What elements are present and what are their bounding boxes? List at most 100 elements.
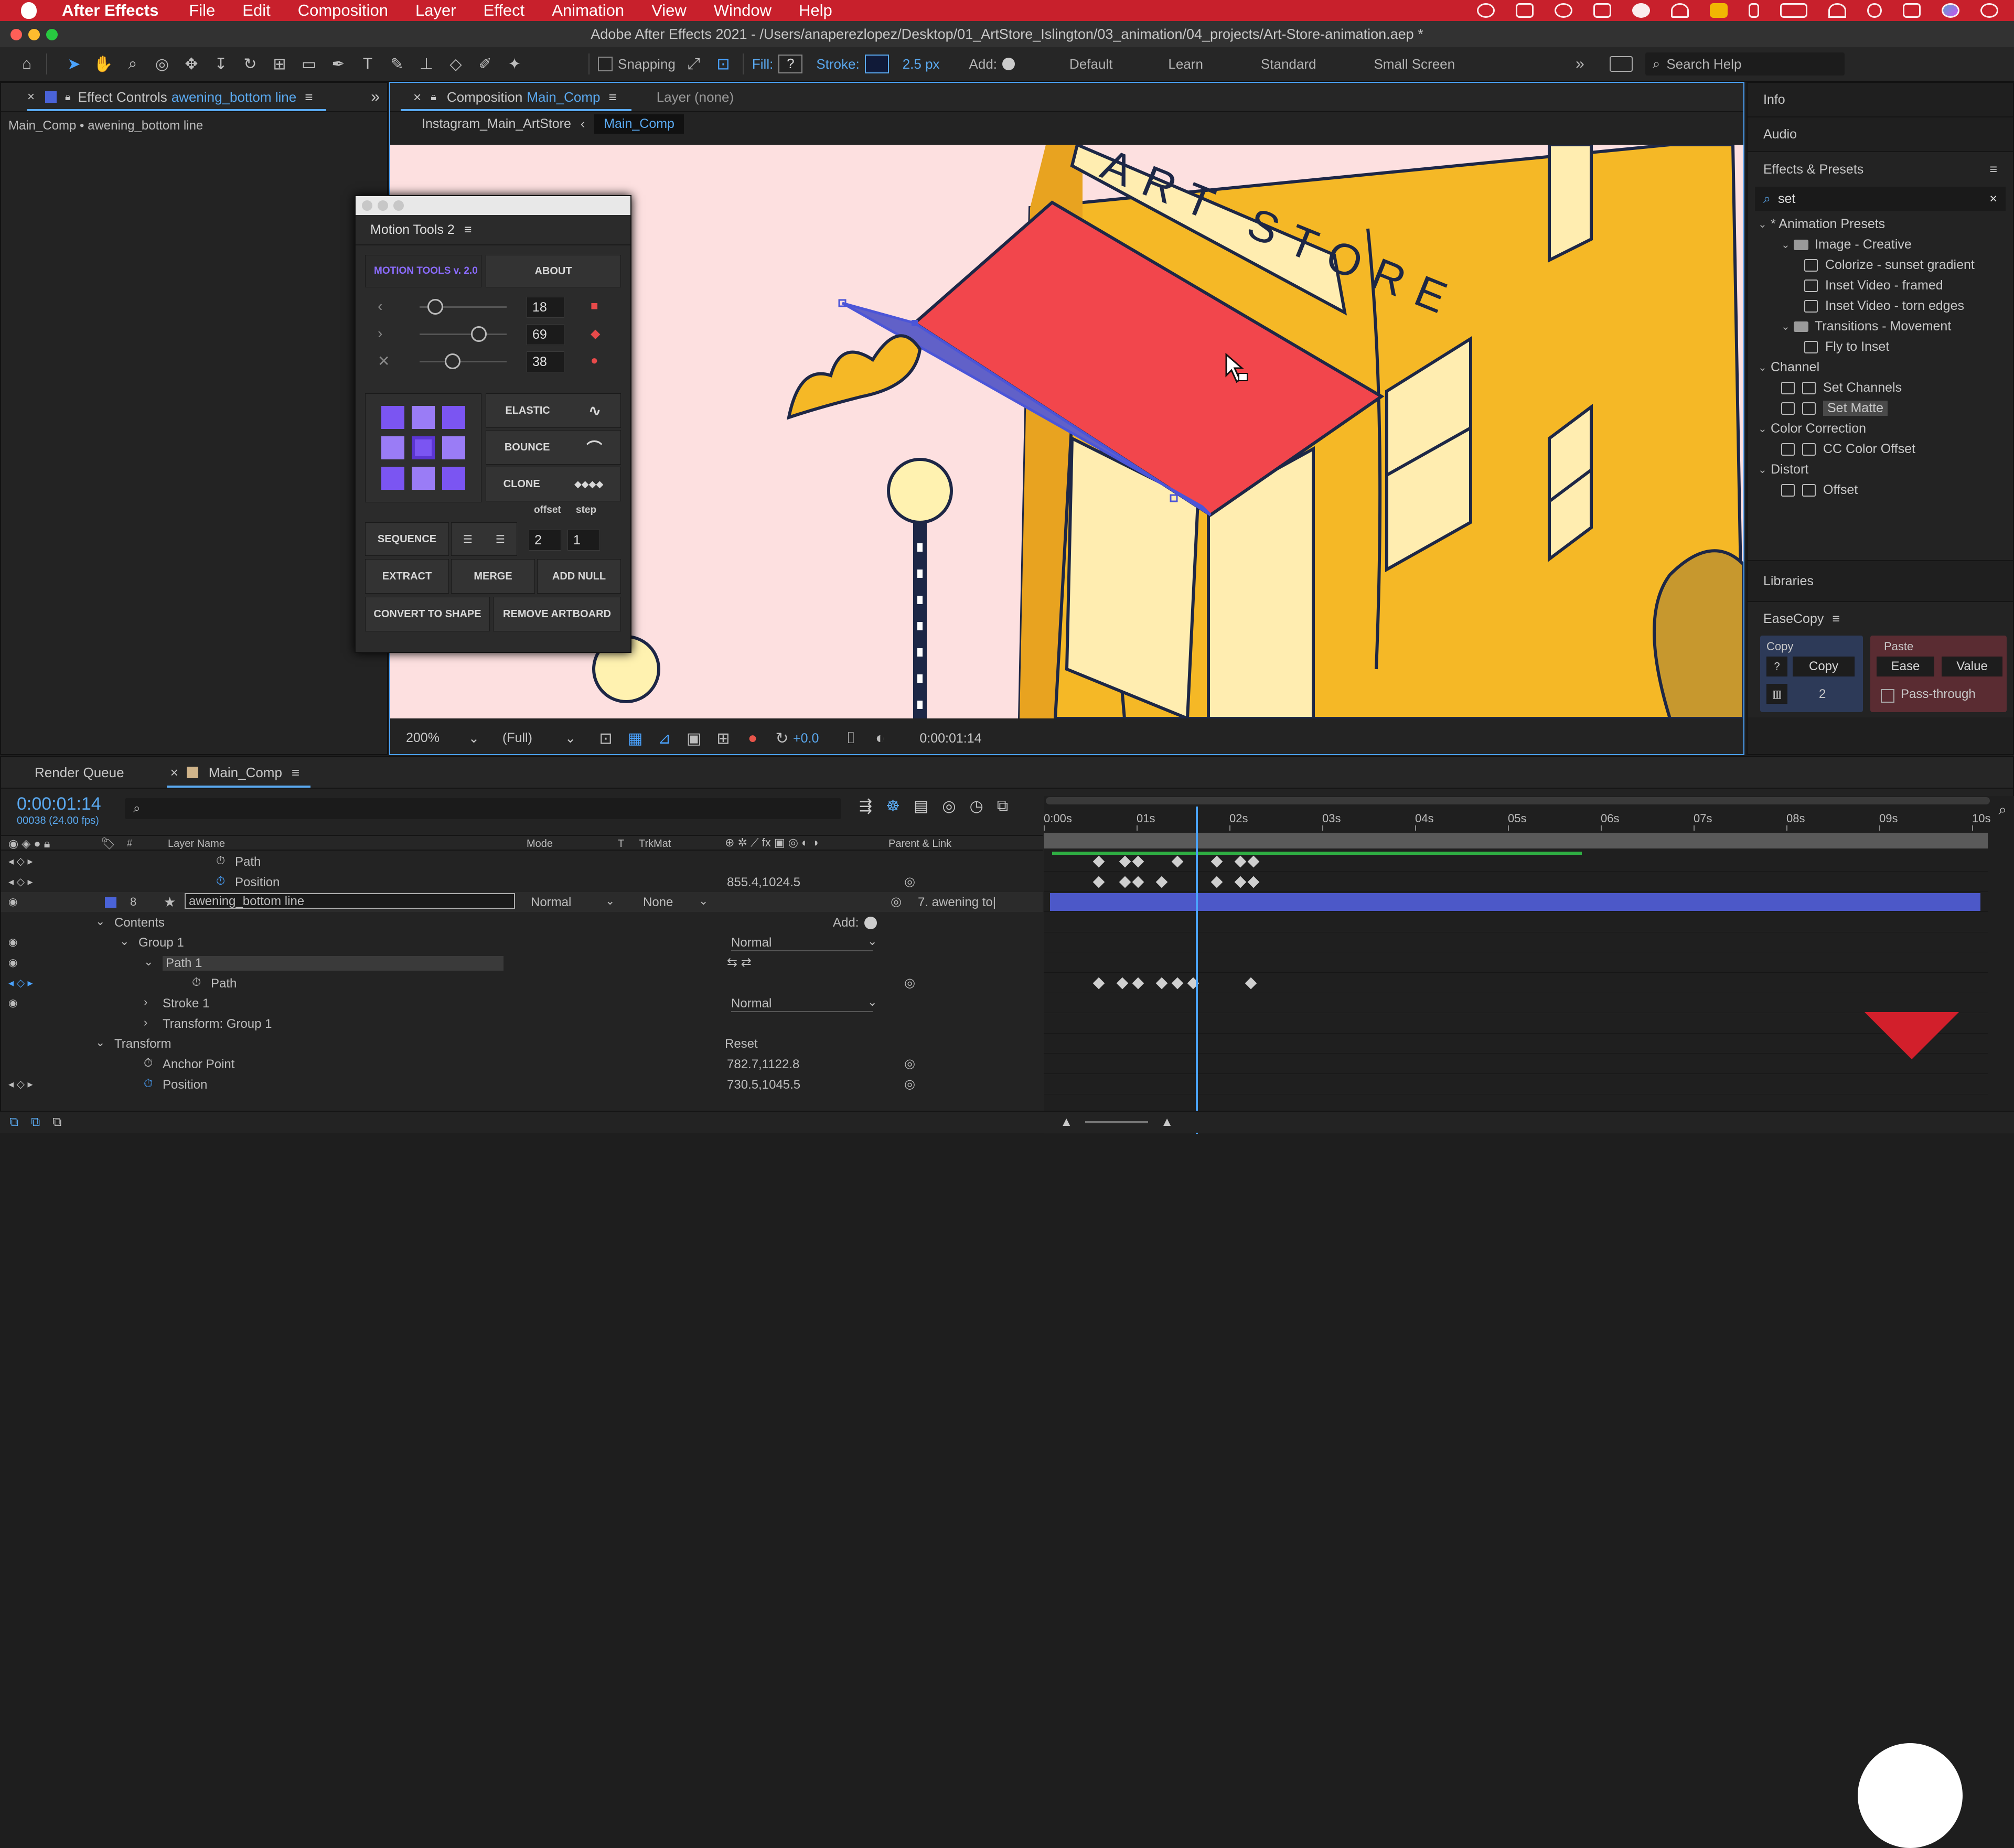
selection-tool-icon[interactable]: ➤	[63, 53, 85, 75]
keyframe-navigator-icon[interactable]: ◉	[8, 956, 17, 969]
pan-camera-icon[interactable]: ✥	[180, 53, 202, 75]
info-panel-tab[interactable]: Info	[1748, 83, 2013, 117]
ease-out-key-icon[interactable]: ◆	[591, 326, 600, 341]
effects-tree-item[interactable]: Inset Video - torn edges	[1758, 296, 2013, 316]
merge-button[interactable]: MERGE	[451, 559, 535, 594]
keyframe[interactable]	[1155, 977, 1168, 989]
resolution-dropdown[interactable]: (Full) ⌄	[502, 730, 576, 746]
keyframe[interactable]	[1119, 855, 1131, 868]
table-row[interactable]: ◉ ⌄ Path 1 ⇆ ⇄	[1, 953, 1043, 973]
workspace-overflow-icon[interactable]: »	[1576, 55, 1584, 73]
trkmat-dropdown[interactable]: None	[643, 895, 673, 910]
remove-artboard-button[interactable]: REMOVE ARTBOARD	[493, 597, 621, 631]
siri-icon[interactable]	[1942, 3, 1959, 18]
bluetooth-icon[interactable]	[1749, 3, 1759, 18]
keyframe[interactable]	[1247, 855, 1260, 868]
zoom-window-button[interactable]	[46, 29, 58, 40]
keyframe[interactable]	[1132, 855, 1144, 868]
lock-icon[interactable]: 🔒︎	[431, 91, 436, 103]
clone-button[interactable]: CLONE ◆◆◆◆	[486, 467, 621, 501]
keyframe[interactable]	[1092, 855, 1105, 868]
effects-tree-item[interactable]: Inset Video - framed	[1758, 275, 2013, 296]
headphones-icon[interactable]	[1671, 3, 1689, 18]
effects-tree-item[interactable]: ⌄ * Animation Presets	[1758, 214, 2013, 234]
anchor-cell[interactable]	[412, 436, 435, 459]
paste-value-button[interactable]: Value	[1942, 657, 2002, 676]
menu-animation[interactable]: Animation	[552, 1, 624, 20]
chevron-down-icon[interactable]: ⌄	[1758, 361, 1771, 374]
chevron-down-icon[interactable]: ⌄	[1758, 218, 1771, 231]
sync-icon[interactable]	[1555, 3, 1572, 18]
time-navigator-bar[interactable]	[1044, 833, 1988, 848]
table-row[interactable]: ◉ ⌄ Group 1 Normal ⌄	[1, 932, 1043, 952]
fill-swatch[interactable]: ?	[778, 55, 803, 73]
add-circle-icon[interactable]	[864, 916, 877, 929]
grid-guides-icon[interactable]: ⊞	[712, 727, 734, 749]
hand-tool-icon[interactable]: ✋	[92, 53, 114, 75]
timeline-zoom-icon[interactable]: ⌕	[1998, 801, 2007, 819]
panel-menu-icon[interactable]: ≡	[609, 89, 617, 105]
keyframe[interactable]	[1132, 977, 1144, 989]
stopwatch-icon[interactable]: ⏱	[216, 854, 225, 867]
close-tab-icon[interactable]: ×	[413, 89, 421, 105]
keyframe[interactable]	[1119, 876, 1131, 888]
extract-button[interactable]: EXTRACT	[365, 559, 449, 594]
creative-cloud-icon[interactable]	[1477, 3, 1495, 18]
timeline-current-time[interactable]: 0:00:01:14	[17, 794, 101, 814]
pick-whip-icon[interactable]: ◎	[904, 874, 915, 889]
frame-blending-icon[interactable]: ◎	[942, 797, 956, 815]
pen-tool-icon[interactable]: ✒	[327, 53, 349, 75]
panel-menu-icon[interactable]: ≡	[464, 222, 472, 238]
region-of-interest-icon[interactable]: ▣	[683, 727, 705, 749]
table-row[interactable]: ⌄ Contents Add:	[1, 912, 1043, 932]
ease-both-slider-track[interactable]	[420, 361, 507, 362]
draft-3d-icon[interactable]: ☸	[886, 797, 900, 815]
stopwatch-icon[interactable]: ⏱	[144, 1056, 153, 1070]
show-snapshot-icon[interactable]: ◐	[869, 727, 891, 749]
layer-switches-toggle-icon[interactable]: ⧉	[9, 1115, 18, 1130]
timeline-search-input[interactable]: ⌕	[125, 798, 841, 819]
reset-transform-link[interactable]: Reset	[725, 1037, 758, 1051]
brush-tool-icon[interactable]: ✎	[386, 53, 408, 75]
stroke-swatch[interactable]	[864, 55, 889, 73]
layer-name[interactable]: Stroke 1	[163, 996, 209, 1011]
zoom-dropdown[interactable]: 200% ⌄	[406, 730, 479, 746]
control-center-icon[interactable]	[1903, 3, 1921, 18]
twirl-chevron-icon[interactable]: ›	[144, 995, 147, 1009]
composition-tab-label[interactable]: Composition	[447, 89, 523, 105]
workspace-small-screen[interactable]: Small Screen	[1374, 56, 1455, 72]
close-tab-icon[interactable]: ×	[27, 90, 35, 104]
channel-rgb-icon[interactable]: ●	[742, 727, 764, 749]
float-zoom-button[interactable]	[393, 200, 404, 211]
blend-mode-dropdown[interactable]: Normal	[731, 936, 873, 952]
rotate-tool-icon[interactable]: ↻	[239, 53, 261, 75]
layer-name[interactable]: Position	[163, 1078, 207, 1092]
type-tool-icon[interactable]: T	[357, 53, 379, 75]
workspace-standard[interactable]: Standard	[1261, 56, 1316, 72]
property-value[interactable]: 782.7,1122.8	[727, 1057, 799, 1072]
zoom-tool-icon[interactable]: ⌕	[122, 53, 144, 75]
ease-both-value-input[interactable]: 38	[527, 351, 564, 372]
transfer-controls-toggle-icon[interactable]: ⧉	[31, 1115, 40, 1130]
stopwatch-icon[interactable]: ⏱	[144, 1077, 153, 1090]
chevron-down-icon[interactable]: ⌄	[1781, 238, 1794, 251]
ease-out-slider-track[interactable]	[420, 334, 507, 335]
reset-exposure-icon[interactable]: ↻	[771, 727, 793, 749]
ease-both-slider-knob[interactable]	[445, 353, 461, 369]
effects-tree-item[interactable]: CC Color Offset	[1758, 439, 2013, 459]
effect-controls-tab[interactable]: × 🔒︎ Effect Controls awening_bottom line…	[1, 83, 387, 112]
anchor-cell[interactable]	[381, 406, 404, 429]
eraser-tool-icon[interactable]: ◇	[445, 53, 467, 75]
table-row[interactable]: ◂ ◇ ▸ ⏱ Path	[1, 852, 1043, 872]
comp-crumb-current[interactable]: Main_Comp	[594, 114, 684, 134]
pick-whip-icon[interactable]: ◎	[904, 1077, 915, 1092]
pan-behind-icon[interactable]: ⊞	[269, 53, 291, 75]
ease-out-slider-knob[interactable]	[471, 326, 487, 342]
keyframe-navigator-icon[interactable]: ◂ ◇ ▸	[8, 1078, 33, 1091]
spotlight-search-icon[interactable]	[1867, 3, 1882, 18]
keyframe[interactable]	[1171, 977, 1184, 989]
twirl-chevron-icon[interactable]: ⌄	[95, 1036, 105, 1049]
comp-crumb-parent[interactable]: Instagram_Main_ArtStore	[422, 116, 571, 132]
menu-effect[interactable]: Effect	[484, 1, 525, 20]
close-window-button[interactable]	[10, 29, 22, 40]
